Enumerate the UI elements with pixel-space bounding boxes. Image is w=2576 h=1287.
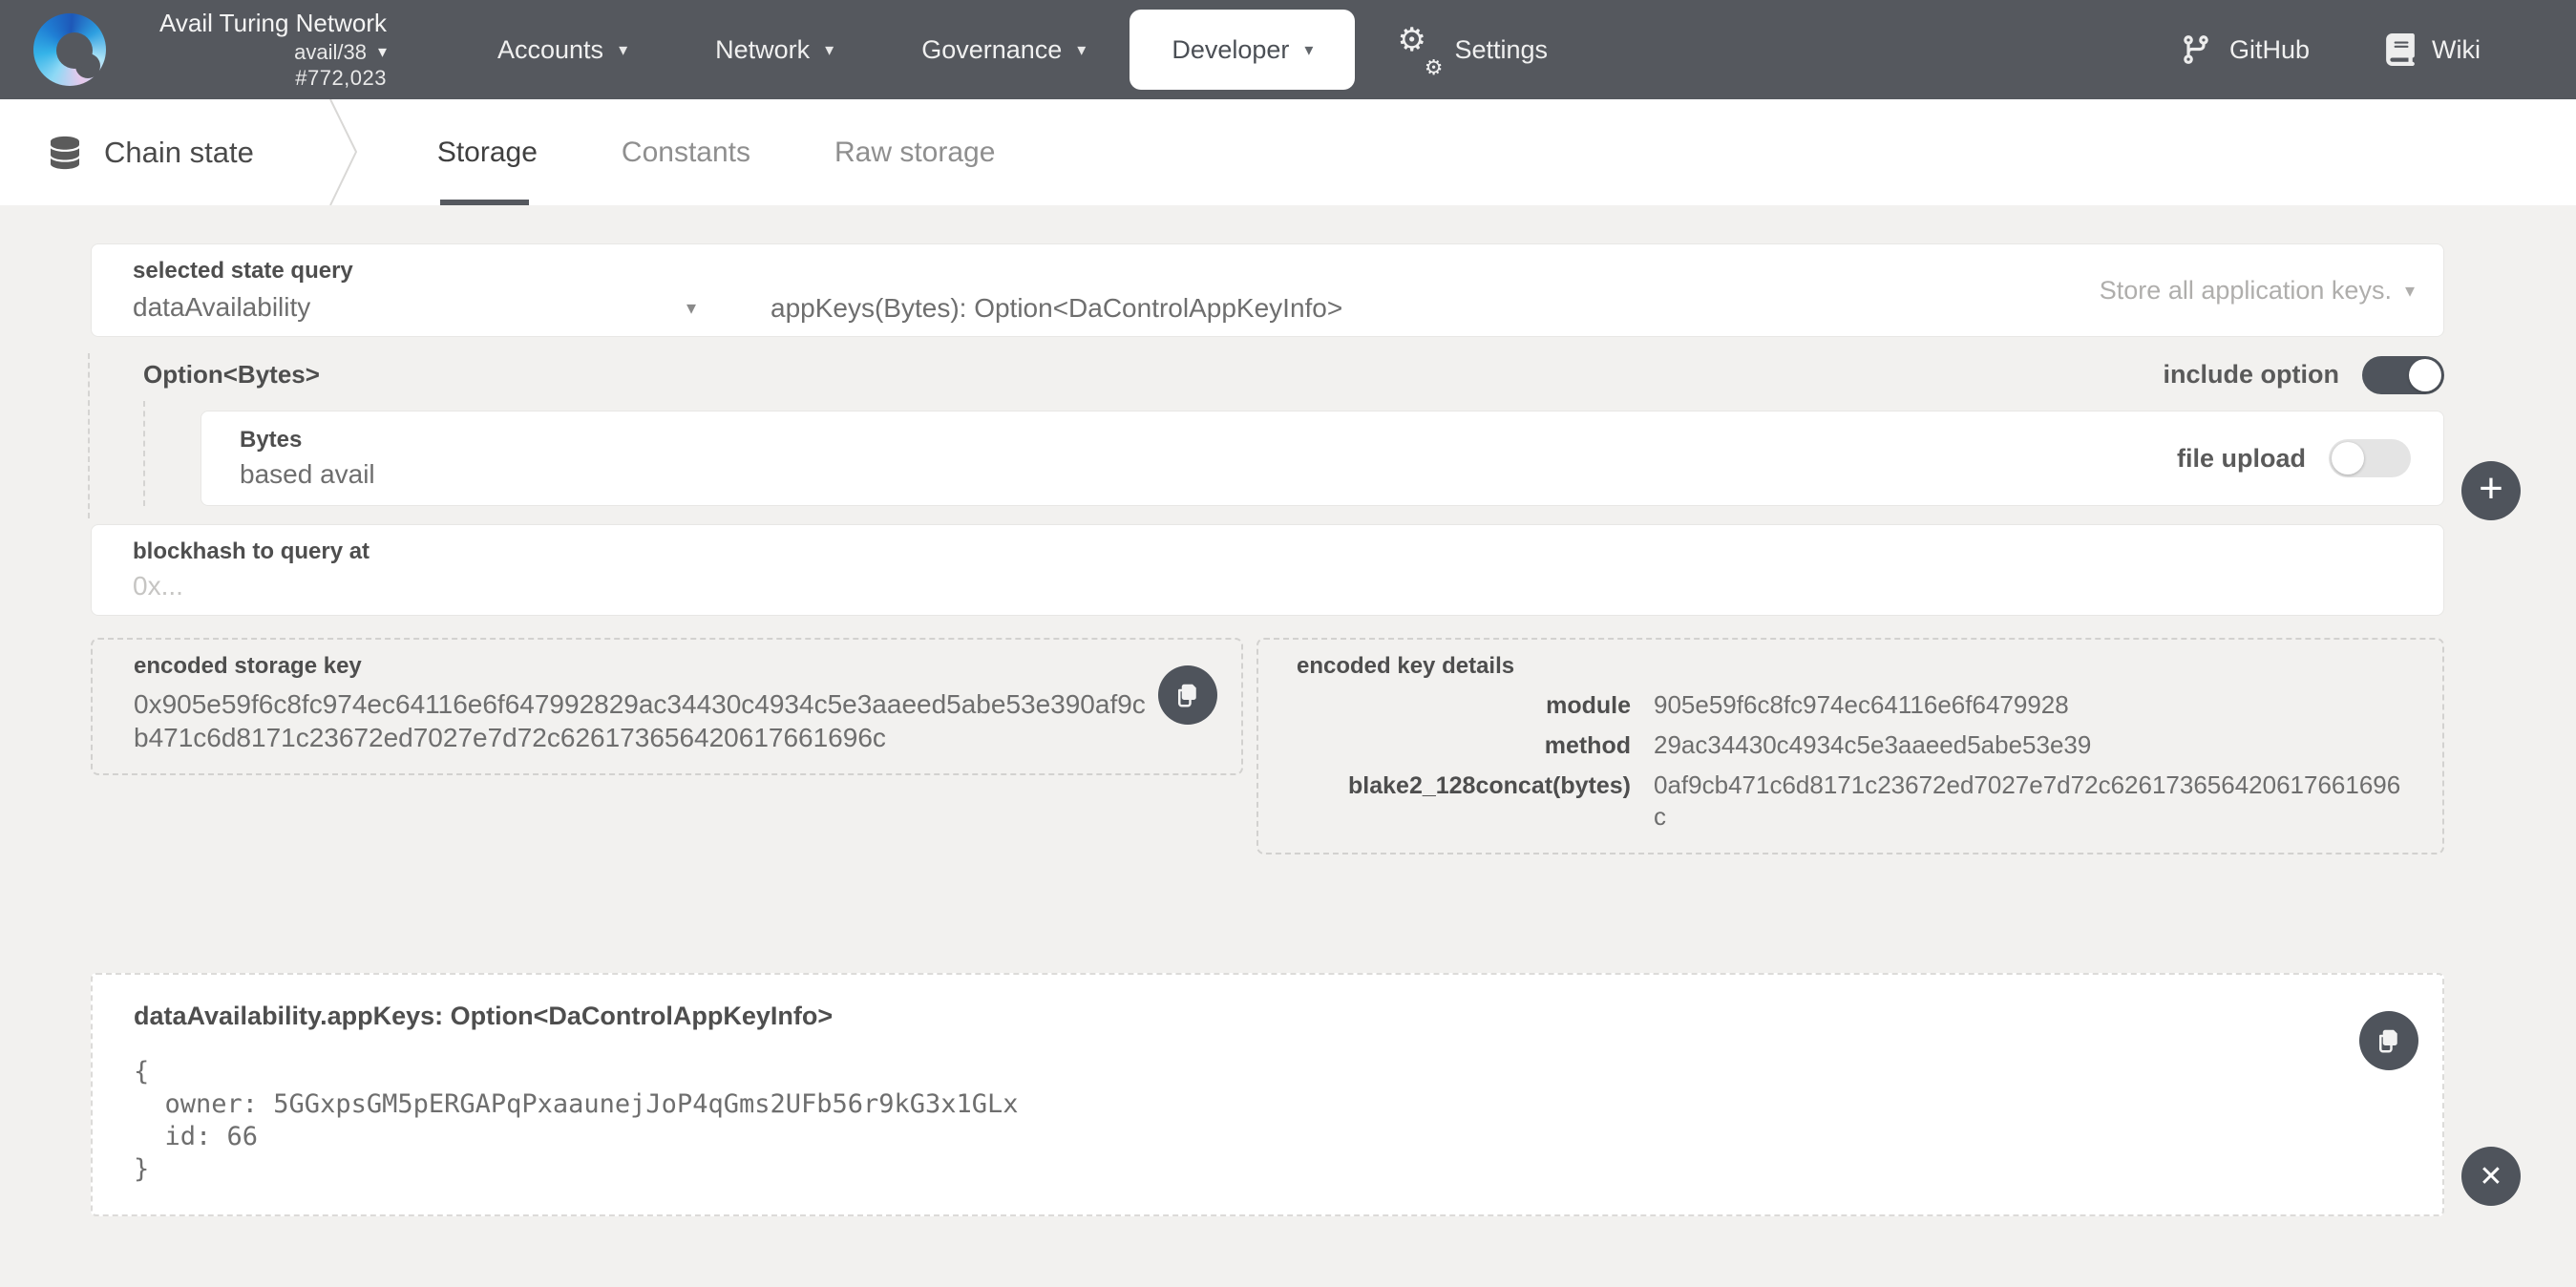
option-param-block: Option<Bytes> include option Bytes file … bbox=[91, 348, 2444, 506]
pallet-name: dataAvailability bbox=[133, 292, 310, 323]
top-links: GitHub Wiki bbox=[2180, 33, 2481, 66]
github-link[interactable]: GitHub bbox=[2180, 33, 2310, 66]
main-nav: Accounts ▾ Network ▾ Governance ▾ Develo… bbox=[454, 0, 1592, 99]
toggle-knob bbox=[2332, 442, 2364, 475]
avail-logo-icon bbox=[33, 13, 106, 86]
copy-result-button[interactable] bbox=[2359, 1011, 2418, 1070]
encoded-storage-key-box: encoded storage key 0x905e59f6c8fc974ec6… bbox=[91, 638, 1243, 775]
include-option-label: include option bbox=[2164, 360, 2339, 390]
blockhash-card: blockhash to query at bbox=[91, 524, 2444, 616]
detail-row-name: module bbox=[1297, 692, 1631, 720]
encoded-storage-key-label: encoded storage key bbox=[134, 653, 1184, 680]
file-upload-label: file upload bbox=[2177, 444, 2306, 474]
copy-key-button[interactable] bbox=[1158, 665, 1217, 725]
page: Avail Turing Network avail/38 ▾ #772,023… bbox=[0, 0, 2576, 1287]
encoded-storage-key-value: 0x905e59f6c8fc974ec64116e6f647992829ac34… bbox=[134, 687, 1151, 754]
main-content: selected state query dataAvailability ▾ … bbox=[0, 205, 2576, 1216]
brand-text: Avail Turing Network avail/38 ▾ #772,023 bbox=[129, 8, 387, 92]
add-query-button[interactable]: + bbox=[2461, 461, 2521, 520]
encoded-key-details-box: encoded key details module 905e59f6c8fc9… bbox=[1256, 638, 2444, 854]
page-title: Chain state bbox=[104, 136, 254, 170]
plus-icon: + bbox=[2479, 468, 2503, 510]
chain-label: avail/38 bbox=[294, 39, 367, 66]
blockhash-input[interactable] bbox=[133, 571, 992, 601]
chevron-down-icon: ▾ bbox=[619, 40, 627, 60]
method-dropdown[interactable]: appKeys(Bytes): Option<DaControlAppKeyIn… bbox=[771, 257, 2100, 324]
chevron-down-icon: ▾ bbox=[2405, 279, 2415, 303]
include-option-toggle[interactable] bbox=[2362, 356, 2444, 394]
pallet-dropdown[interactable]: dataAvailability ▾ bbox=[133, 292, 696, 323]
bytes-input[interactable] bbox=[240, 459, 1099, 490]
nav-item-settings[interactable]: ⚙ ⚙ Settings bbox=[1355, 0, 1592, 99]
result-json: { owner: 5GGxpsGM5pERGAPqPxaaunejJoP4qGm… bbox=[134, 1056, 2328, 1186]
result-title: dataAvailability.appKeys: Option<DaContr… bbox=[134, 1002, 2328, 1031]
tab-storage[interactable]: Storage bbox=[437, 99, 538, 205]
breadcrumb: Chain state bbox=[51, 99, 254, 205]
wiki-link[interactable]: Wiki bbox=[2386, 33, 2481, 66]
file-upload-toggle[interactable] bbox=[2329, 439, 2411, 477]
breadcrumb-separator bbox=[327, 99, 360, 205]
nav-item-network[interactable]: Network ▾ bbox=[671, 0, 877, 99]
chevron-down-icon: ▾ bbox=[378, 41, 387, 63]
indent-guide bbox=[88, 353, 90, 518]
detail-row-value: 29ac34430c4934c5e3aaeed5abe53e39 bbox=[1654, 729, 2404, 762]
remove-query-button[interactable]: ✕ bbox=[2461, 1147, 2521, 1206]
toggle-knob bbox=[2409, 359, 2441, 391]
chevron-down-icon: ▾ bbox=[825, 40, 834, 60]
gear-icon: ⚙ ⚙ bbox=[1399, 31, 1437, 69]
query-result-card: dataAvailability.appKeys: Option<DaContr… bbox=[91, 973, 2444, 1216]
tab-bar: Chain state Storage Constants Raw storag… bbox=[0, 99, 2576, 205]
nav-item-developer[interactable]: Developer ▾ bbox=[1130, 10, 1355, 90]
tabs: Storage Constants Raw storage bbox=[437, 99, 996, 205]
book-icon bbox=[2386, 33, 2415, 66]
top-header: Avail Turing Network avail/38 ▾ #772,023… bbox=[0, 0, 2576, 99]
git-branch-icon bbox=[2180, 33, 2212, 66]
indent-guide bbox=[143, 401, 145, 506]
block-number: #772,023 bbox=[129, 65, 387, 92]
chevron-down-icon: ▾ bbox=[1077, 40, 1086, 60]
chevron-down-icon: ▾ bbox=[1304, 40, 1313, 60]
chevron-down-icon: ▾ bbox=[686, 296, 696, 320]
query-card: selected state query dataAvailability ▾ … bbox=[91, 243, 2444, 337]
query-section-label: selected state query bbox=[133, 258, 696, 285]
nav-item-accounts[interactable]: Accounts ▾ bbox=[454, 0, 671, 99]
detail-row-name: blake2_128concat(bytes) bbox=[1297, 772, 1631, 800]
detail-row-value: 0af9cb471c6d8171c23672ed7027e7d72c626173… bbox=[1654, 770, 2404, 834]
encoded-key-details-label: encoded key details bbox=[1297, 653, 2404, 680]
copy-icon bbox=[2375, 1026, 2403, 1055]
database-icon bbox=[51, 136, 79, 170]
blockhash-label: blockhash to query at bbox=[133, 538, 2402, 565]
copy-icon bbox=[1173, 681, 1202, 709]
method-signature: appKeys(Bytes): Option<DaControlAppKeyIn… bbox=[771, 293, 1342, 323]
network-name: Avail Turing Network bbox=[129, 8, 387, 39]
bytes-label: Bytes bbox=[240, 427, 1099, 454]
encoded-row: encoded storage key 0x905e59f6c8fc974ec6… bbox=[91, 638, 2444, 854]
nav-item-governance[interactable]: Governance ▾ bbox=[877, 0, 1130, 99]
tab-raw-storage[interactable]: Raw storage bbox=[834, 99, 995, 205]
bytes-param-card: Bytes file upload bbox=[201, 411, 2444, 506]
chain-selector[interactable]: avail/38 ▾ bbox=[129, 39, 387, 66]
tab-constants[interactable]: Constants bbox=[622, 99, 750, 205]
brand[interactable]: Avail Turing Network avail/38 ▾ #772,023 bbox=[33, 8, 387, 92]
close-icon: ✕ bbox=[2479, 1160, 2502, 1193]
detail-row-name: method bbox=[1297, 732, 1631, 760]
detail-row-value: 905e59f6c8fc974ec64116e6f6479928 bbox=[1654, 689, 2404, 722]
method-description[interactable]: Store all application keys. ▾ bbox=[2100, 276, 2415, 306]
option-type-label: Option<Bytes> bbox=[143, 360, 320, 390]
